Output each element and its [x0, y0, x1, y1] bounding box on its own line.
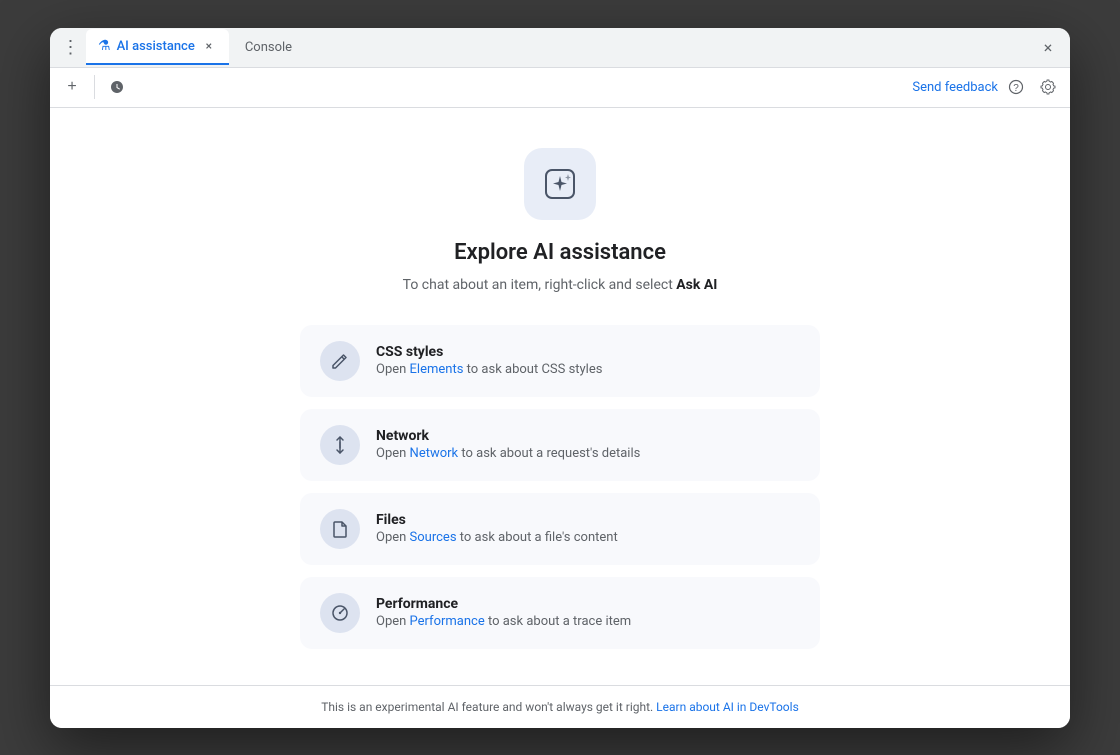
gauge-icon — [330, 603, 350, 623]
flask-icon: ⚗ — [98, 38, 111, 54]
pencil-icon — [330, 351, 350, 371]
card-files-title: Files — [376, 512, 618, 528]
sources-link[interactable]: Sources — [410, 530, 457, 545]
explore-title: Explore AI assistance — [454, 240, 666, 265]
card-network-title: Network — [376, 428, 640, 444]
settings-button[interactable] — [1034, 73, 1062, 101]
toolbar-divider — [94, 75, 95, 99]
footer-text: This is an experimental AI feature and w… — [321, 700, 653, 714]
send-feedback-link[interactable]: Send feedback — [912, 80, 998, 95]
card-files-text: Files Open Sources to ask about a file's… — [376, 512, 618, 545]
footer: This is an experimental AI feature and w… — [50, 685, 1070, 728]
gear-icon — [1040, 79, 1056, 95]
tab-ai-assistance[interactable]: ⚗ AI assistance × — [86, 29, 229, 65]
card-performance-text: Performance Open Performance to ask abou… — [376, 596, 631, 629]
card-css-desc: Open Elements to ask about CSS styles — [376, 362, 602, 377]
card-network-desc: Open Network to ask about a request's de… — [376, 446, 640, 461]
tab-console-label: Console — [245, 40, 292, 55]
ai-sparkle-icon — [542, 166, 578, 202]
card-css-text: CSS styles Open Elements to ask about CS… — [376, 344, 602, 377]
card-css-title: CSS styles — [376, 344, 602, 360]
card-files[interactable]: Files Open Sources to ask about a file's… — [300, 493, 820, 565]
performance-icon-wrap — [320, 593, 360, 633]
card-files-desc: Open Sources to ask about a file's conte… — [376, 530, 618, 545]
performance-link[interactable]: Performance — [410, 614, 485, 629]
network-icon-wrap — [320, 425, 360, 465]
window-close-button[interactable]: × — [1034, 33, 1062, 61]
card-performance-title: Performance — [376, 596, 631, 612]
history-button[interactable] — [103, 73, 131, 101]
more-options-icon[interactable]: ⋮ — [58, 35, 82, 59]
explore-subtitle: To chat about an item, right-click and s… — [403, 277, 718, 293]
ai-icon-wrapper — [524, 148, 596, 220]
elements-link[interactable]: Elements — [410, 362, 464, 377]
files-icon-wrap — [320, 509, 360, 549]
card-css[interactable]: CSS styles Open Elements to ask about CS… — [300, 325, 820, 397]
tab-console[interactable]: Console — [233, 29, 304, 65]
card-network-text: Network Open Network to ask about a requ… — [376, 428, 640, 461]
arrows-updown-icon — [330, 435, 350, 455]
history-icon — [109, 79, 125, 95]
title-bar: ⋮ ⚗ AI assistance × Console × — [50, 28, 1070, 68]
new-tab-button[interactable]: + — [58, 73, 86, 101]
help-icon: ? — [1008, 79, 1024, 95]
help-button[interactable]: ? — [1002, 73, 1030, 101]
tab-close-button[interactable]: × — [201, 38, 217, 54]
svg-text:?: ? — [1013, 83, 1019, 94]
devtools-window: ⋮ ⚗ AI assistance × Console × + Send fee… — [50, 28, 1070, 728]
network-link[interactable]: Network — [410, 446, 459, 461]
main-content: Explore AI assistance To chat about an i… — [50, 108, 1070, 685]
card-performance-desc: Open Performance to ask about a trace it… — [376, 614, 631, 629]
card-network[interactable]: Network Open Network to ask about a requ… — [300, 409, 820, 481]
cards-container: CSS styles Open Elements to ask about CS… — [300, 325, 820, 649]
tab-ai-label: AI assistance — [117, 39, 195, 54]
css-icon-wrap — [320, 341, 360, 381]
card-performance[interactable]: Performance Open Performance to ask abou… — [300, 577, 820, 649]
learn-ai-link[interactable]: Learn about AI in DevTools — [656, 700, 799, 714]
toolbar: + Send feedback ? — [50, 68, 1070, 108]
file-icon — [330, 519, 350, 539]
